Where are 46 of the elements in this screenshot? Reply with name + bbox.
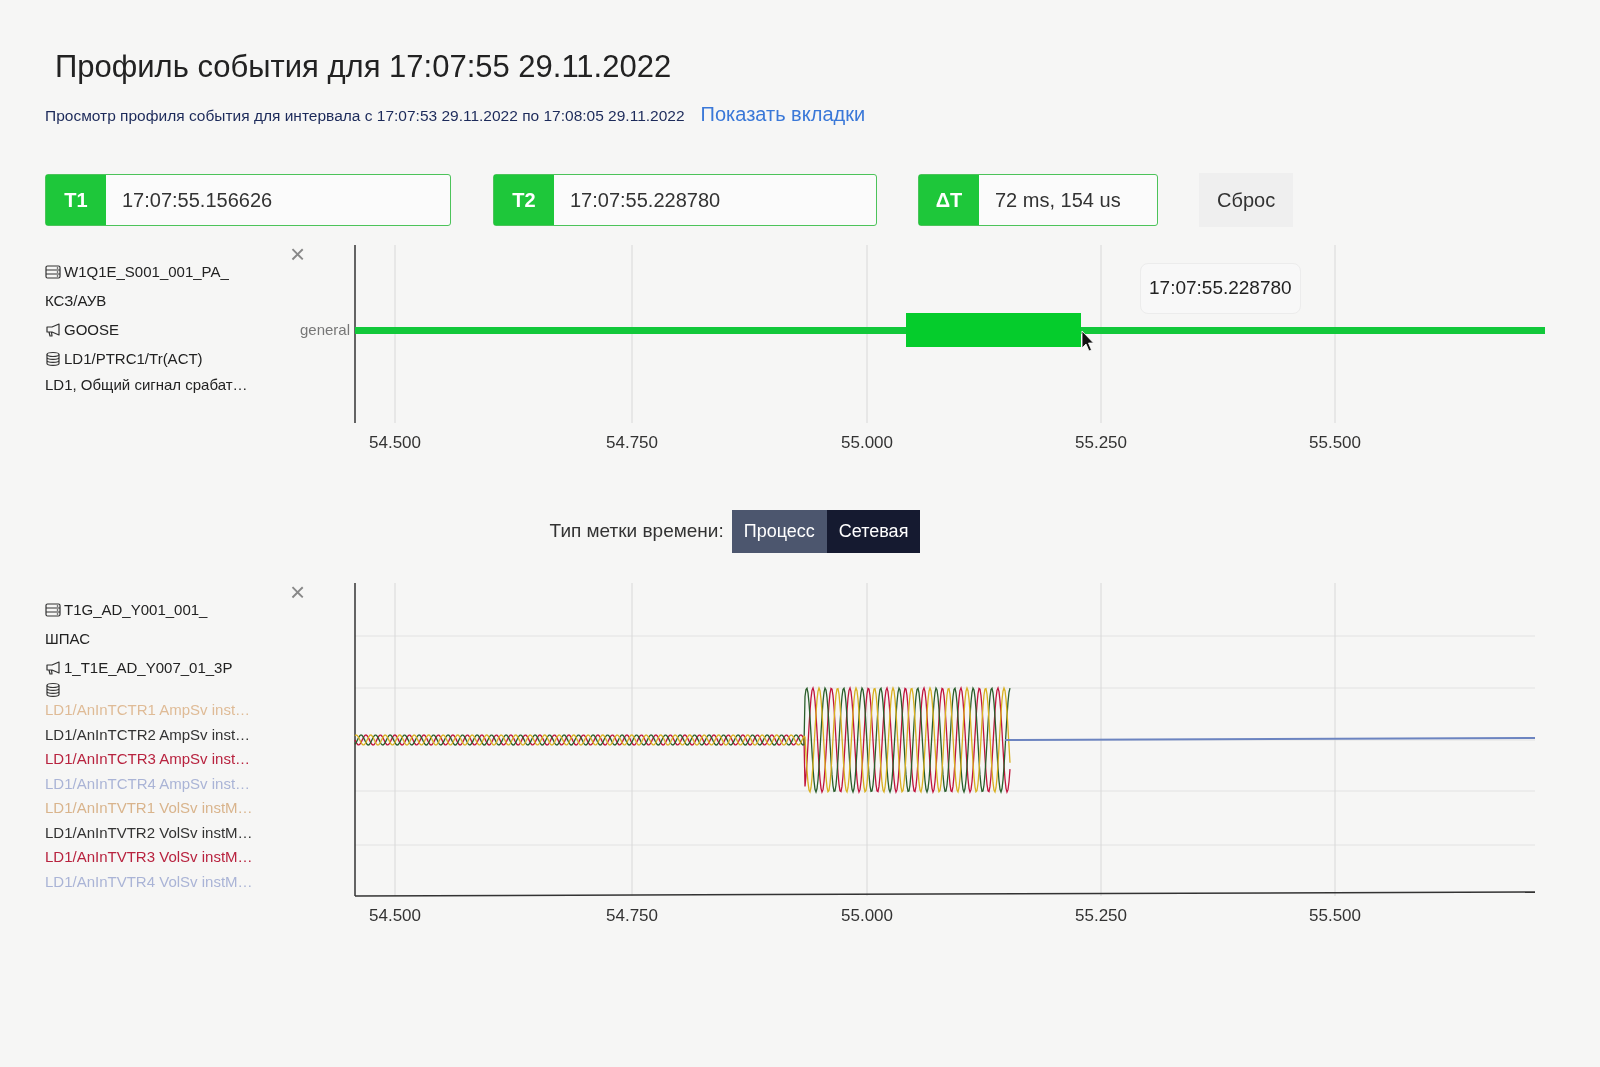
time-marker-field[interactable]: T1 17:07:55.156626 bbox=[45, 174, 451, 227]
device-name: T1G_AD_Y001_001_ bbox=[64, 600, 208, 621]
signal-name: LD1, Общий сигнал срабат… bbox=[45, 375, 249, 396]
signal-name: LD1/AnInTCTR4 AmpSv inst… bbox=[45, 773, 252, 794]
interval-description: Просмотр профиля события для интервала с 17:07:53 29.11.2022 по 17:08:05 29.11.2022 bbox=[45, 106, 685, 127]
signal-name: LD1/AnInTVTR2 VolSv instM… bbox=[45, 822, 254, 843]
active-interval-bar[interactable] bbox=[906, 313, 1081, 348]
device-name: ШПАС bbox=[45, 630, 91, 648]
signal-name: LD1/AnInTCTR3 AmpSv inst… bbox=[45, 749, 252, 770]
database-icon bbox=[45, 682, 61, 699]
signal-name: LD1/AnInTCTR1 AmpSv inst… bbox=[45, 700, 252, 721]
device-name: W1Q1E_S001_001_PA_ bbox=[64, 262, 229, 283]
timestamp-type-label: Тип метки времени: bbox=[549, 519, 724, 544]
axis-tick-label: 54.500 bbox=[369, 906, 421, 926]
axis-tick-label: 54.500 bbox=[369, 433, 421, 453]
axis-tick-label: 55.500 bbox=[1309, 906, 1361, 926]
server-icon bbox=[45, 601, 61, 618]
time-tooltip: 17:07:55.228780 bbox=[1140, 263, 1301, 314]
axis-tick-label: 54.750 bbox=[606, 906, 658, 926]
dataset-name: LD1/PTRC1/Tr(ACT) bbox=[64, 349, 203, 370]
signal-name: LD1/AnInTCTR2 AmpSv inst… bbox=[45, 724, 252, 745]
axis-tick-label: 55.250 bbox=[1075, 433, 1127, 453]
show-tabs-link[interactable]: Показать вкладки bbox=[700, 99, 866, 130]
signal-name: LD1/AnInTVTR1 VolSv instM… bbox=[45, 798, 254, 819]
axis-tick-label: 55.500 bbox=[1309, 433, 1361, 453]
signal-name: LD1/AnInTVTR3 VolSv instM… bbox=[45, 847, 254, 868]
axis-tick-label: 55.250 bbox=[1075, 906, 1127, 926]
axis-tick-label: 55.000 bbox=[841, 906, 893, 926]
database-icon bbox=[45, 350, 61, 367]
megaphone-icon bbox=[45, 321, 61, 338]
device-name: КСЗ/АУВ bbox=[45, 292, 107, 310]
axis-tick-label: 55.000 bbox=[841, 433, 893, 453]
stream-name: GOOSE bbox=[64, 320, 119, 341]
timestamp-type-toggle[interactable]: Сетевая bbox=[826, 510, 921, 554]
time-marker-field[interactable]: T2 17:07:55.228780 bbox=[493, 174, 877, 227]
stream-name: 1_T1E_AD_Y007_01_3P bbox=[64, 658, 233, 679]
track-label: general bbox=[299, 321, 350, 339]
timestamp-type-toggle[interactable]: Процесс bbox=[731, 510, 827, 554]
signal-name: LD1/AnInTVTR4 VolSv instM… bbox=[45, 871, 254, 892]
page-title: Профиль события для 17:07:55 29.11.2022 bbox=[55, 48, 673, 86]
server-icon bbox=[45, 263, 61, 280]
megaphone-icon bbox=[45, 659, 61, 676]
pointer-icon bbox=[1081, 330, 1094, 352]
time-marker-field[interactable]: ΔT 72 ms, 154 us bbox=[918, 174, 1158, 227]
axis-tick-label: 54.750 bbox=[606, 433, 658, 453]
reset-button[interactable]: Сброс bbox=[1199, 173, 1294, 228]
